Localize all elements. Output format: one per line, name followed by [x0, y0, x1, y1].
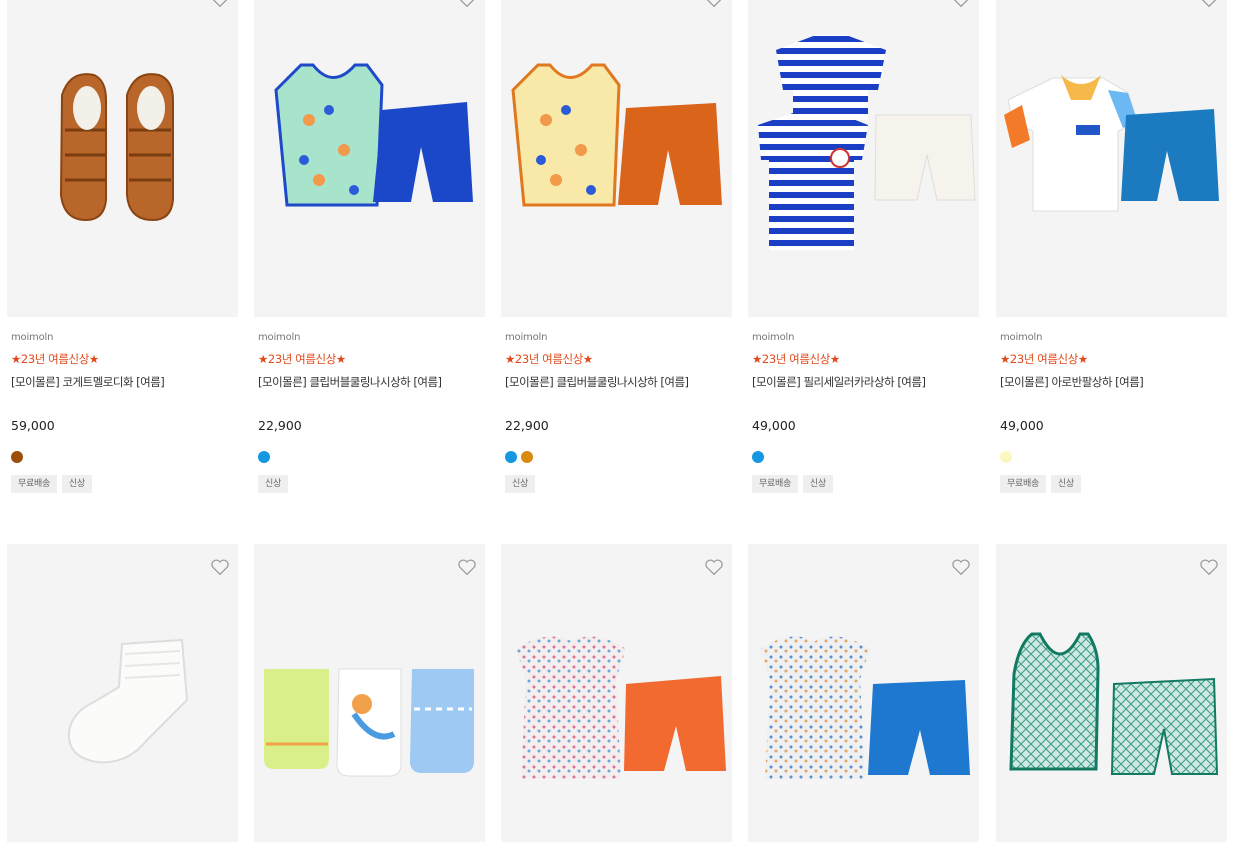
tag-list: 무료배송 신상	[1000, 475, 1081, 493]
free-shipping-tag: 무료배송	[752, 475, 798, 493]
product-image[interactable]	[996, 544, 1227, 842]
heart-icon[interactable]	[1199, 558, 1219, 576]
color-options	[1000, 451, 1012, 463]
color-options	[752, 451, 764, 463]
product-card[interactable]	[996, 544, 1227, 842]
product-card[interactable]	[254, 544, 485, 842]
new-tag: 신상	[258, 475, 288, 493]
socks-set-illustration	[264, 668, 474, 777]
product-price: 22,900	[258, 418, 302, 433]
product-name[interactable]: [모이몰른] 클립버블쿨링나시상하 [여름]	[258, 374, 442, 390]
promo-label: ★23년 여름신상★	[11, 352, 99, 366]
sandals-illustration	[59, 73, 174, 222]
product-name[interactable]: [모이몰른] 코게트멜로디화 [여름]	[11, 374, 165, 390]
heart-icon[interactable]	[1199, 0, 1219, 8]
free-shipping-tag: 무료배송	[1000, 475, 1046, 493]
product-image[interactable]	[7, 0, 238, 317]
color-swatch[interactable]	[752, 451, 764, 463]
tag-list: 신상	[505, 475, 535, 493]
product-image[interactable]	[748, 0, 979, 317]
brand-label: moimoln	[752, 332, 795, 343]
product-card[interactable]	[748, 544, 979, 842]
color-swatch[interactable]	[11, 451, 23, 463]
product-image[interactable]	[7, 544, 238, 842]
new-tag: 신상	[1050, 475, 1081, 493]
product-card[interactable]: moimoln ★23년 여름신상★ [모이몰른] 클립버블쿨링나시상하 [여름…	[501, 0, 732, 500]
heart-icon[interactable]	[457, 558, 477, 576]
heart-icon[interactable]	[704, 558, 724, 576]
product-name[interactable]: [모이몰른] 필리세일러카라상하 [여름]	[752, 374, 926, 390]
product-price: 49,000	[752, 418, 796, 433]
brand-label: moimoln	[505, 332, 548, 343]
product-price: 22,900	[505, 418, 549, 433]
brand-label: moimoln	[258, 332, 301, 343]
product-price: 59,000	[11, 418, 55, 433]
heart-icon[interactable]	[210, 0, 230, 8]
color-swatch[interactable]	[1000, 451, 1012, 463]
tank-shorts-illustration	[274, 63, 473, 207]
heart-icon[interactable]	[951, 558, 971, 576]
product-card[interactable]: moimoln ★23년 여름신상★ [모이몰른] 코게트멜로디화 [여름] 5…	[7, 0, 238, 500]
brand-label: moimoln	[11, 332, 54, 343]
heart-icon[interactable]	[704, 0, 724, 8]
sailor-set-illustration	[758, 35, 976, 250]
floral-top-orange-shorts-illustration	[516, 636, 726, 779]
tank-shorts-illustration	[511, 63, 722, 207]
product-image[interactable]	[254, 0, 485, 317]
product-price: 49,000	[1000, 418, 1044, 433]
product-card[interactable]: moimoln ★23년 여름신상★ [모이몰른] 필리세일러카라상하 [여름]…	[748, 0, 979, 500]
tag-list: 무료배송 신상	[752, 475, 833, 493]
product-card[interactable]	[501, 544, 732, 842]
product-image[interactable]	[254, 544, 485, 842]
product-card[interactable]: moimoln ★23년 여름신상★ [모이몰른] 클립버블쿨링나시상하 [여름…	[254, 0, 485, 500]
product-image[interactable]	[501, 544, 732, 842]
color-options	[258, 451, 270, 463]
polo-set-illustration	[1004, 75, 1219, 212]
white-socks-illustration	[67, 638, 189, 764]
product-name[interactable]: [모이몰른] 클립버블쿨링나시상하 [여름]	[505, 374, 689, 390]
floral-top-blue-shorts-illustration	[760, 636, 970, 779]
product-card[interactable]: moimoln ★23년 여름신상★ [모이몰른] 아로반팔상하 [여름] 49…	[996, 0, 1227, 500]
green-tank-set-illustration	[1009, 632, 1219, 775]
product-image[interactable]	[996, 0, 1227, 317]
color-swatch[interactable]	[521, 451, 533, 463]
product-card[interactable]	[7, 544, 238, 842]
new-tag: 신상	[802, 475, 833, 493]
product-image[interactable]	[501, 0, 732, 317]
heart-icon[interactable]	[457, 0, 477, 8]
heart-icon[interactable]	[951, 0, 971, 8]
promo-label: ★23년 여름신상★	[505, 352, 593, 366]
product-name[interactable]: [모이몰른] 아로반팔상하 [여름]	[1000, 374, 1144, 390]
color-swatch[interactable]	[505, 451, 517, 463]
free-shipping-tag: 무료배송	[11, 475, 57, 493]
new-tag: 신상	[61, 475, 92, 493]
tag-list: 신상	[258, 475, 288, 493]
promo-label: ★23년 여름신상★	[1000, 352, 1088, 366]
product-image[interactable]	[748, 544, 979, 842]
new-tag: 신상	[505, 475, 535, 493]
brand-label: moimoln	[1000, 332, 1043, 343]
promo-label: ★23년 여름신상★	[258, 352, 346, 366]
color-options	[11, 451, 23, 463]
color-swatch[interactable]	[258, 451, 270, 463]
promo-label: ★23년 여름신상★	[752, 352, 840, 366]
tag-list: 무료배송 신상	[11, 475, 92, 493]
color-options	[505, 451, 533, 463]
heart-icon[interactable]	[210, 558, 230, 576]
